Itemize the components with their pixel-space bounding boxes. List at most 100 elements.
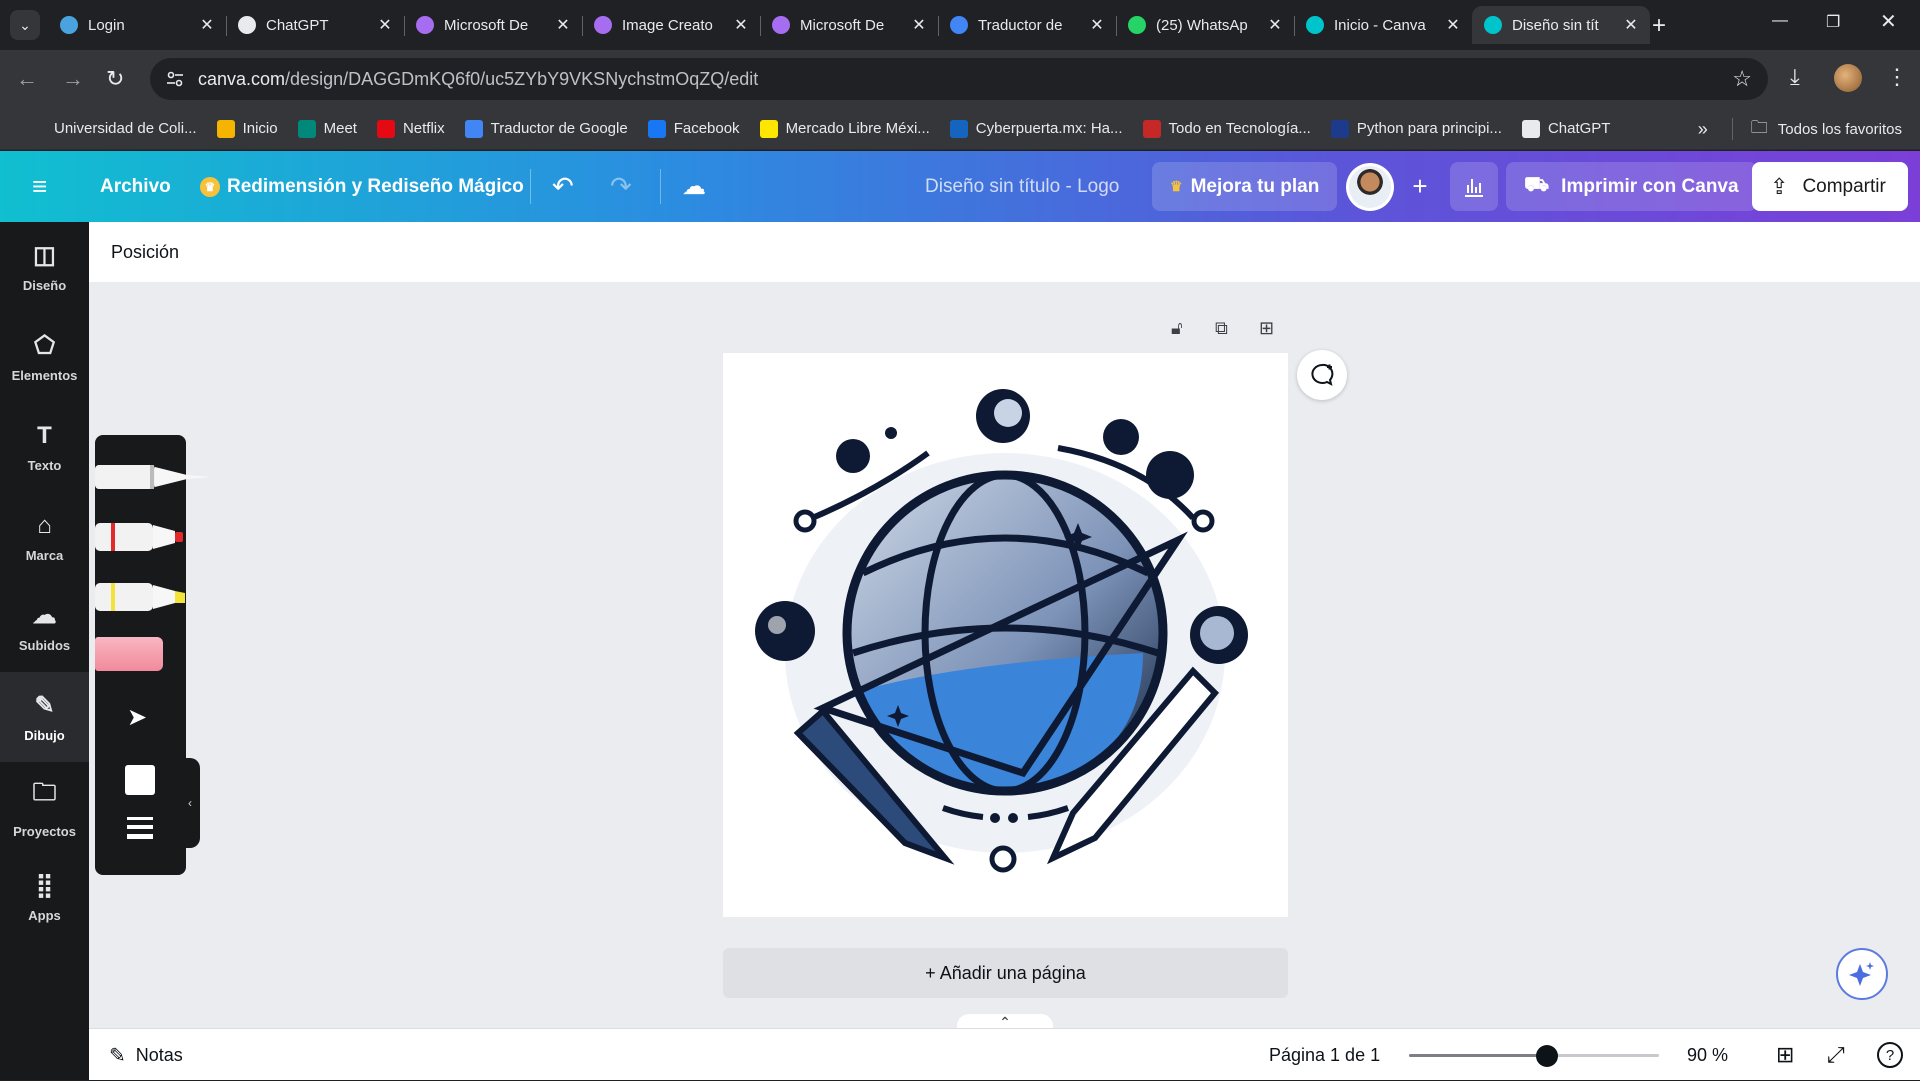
- browser-tab[interactable]: Microsoft De ✕: [404, 6, 582, 44]
- share-button[interactable]: ⇪ Compartir: [1752, 162, 1908, 211]
- minimize-icon[interactable]: —: [1772, 12, 1788, 30]
- canva-icon: [1306, 16, 1324, 34]
- add-comment-icon[interactable]: [1297, 350, 1347, 400]
- rail-item-elementos[interactable]: ⬠ Elementos: [0, 312, 89, 402]
- print-with-canva-button[interactable]: ⛟ Imprimir con Canva: [1506, 162, 1757, 211]
- notes-button[interactable]: ✎ Notas: [109, 1029, 183, 1081]
- pen-tool-white[interactable]: [95, 457, 215, 497]
- rail-item-apps[interactable]: ⣿ Apps: [0, 852, 89, 942]
- close-tab-icon[interactable]: ✕: [1444, 15, 1462, 35]
- tab-title: ChatGPT: [266, 16, 329, 34]
- zoom-slider[interactable]: [1409, 1045, 1659, 1067]
- bookmark-label: Traductor de Google: [490, 120, 628, 137]
- color-swatch[interactable]: [125, 765, 155, 795]
- cloud-saved-icon[interactable]: ☁: [682, 151, 706, 222]
- more-bookmarks-icon[interactable]: »: [1698, 119, 1708, 140]
- hamburger-menu-icon[interactable]: ≡: [32, 151, 47, 222]
- forward-icon[interactable]: →: [62, 66, 84, 92]
- user-avatar[interactable]: [1346, 163, 1394, 211]
- close-window-icon[interactable]: ✕: [1880, 9, 1897, 34]
- lock-icon[interactable]: 🔓︎: [1171, 318, 1183, 339]
- bookmark-item[interactable]: Meet: [297, 119, 357, 138]
- rail-item-diseño[interactable]: ◫ Diseño: [0, 222, 89, 312]
- eraser-tool[interactable]: [95, 637, 163, 671]
- close-tab-icon[interactable]: ✕: [732, 15, 750, 35]
- bookmark-item[interactable]: Python para principi...: [1330, 119, 1502, 138]
- brand-icon: ⌂: [37, 511, 52, 539]
- back-icon[interactable]: ←: [16, 66, 38, 92]
- download-icon[interactable]: ⤓: [1790, 64, 1800, 90]
- canva-header: ≡ Archivo ♛ Redimensión y Rediseño Mágic…: [0, 151, 1920, 222]
- position-button[interactable]: Posición: [111, 242, 179, 263]
- file-menu[interactable]: Archivo: [100, 151, 171, 222]
- browser-tab[interactable]: Traductor de ✕: [938, 6, 1116, 44]
- bookmark-item[interactable]: Traductor de Google: [464, 119, 628, 138]
- zoom-slider-knob[interactable]: [1535, 1045, 1558, 1067]
- site-info-icon[interactable]: [166, 70, 184, 88]
- browser-tab[interactable]: Microsoft De ✕: [760, 6, 938, 44]
- marker-tool-red[interactable]: [95, 517, 190, 557]
- bookmark-item[interactable]: Mercado Libre Méxi...: [759, 119, 930, 138]
- close-tab-icon[interactable]: ✕: [376, 15, 394, 35]
- bookmark-item[interactable]: Todo en Tecnología...: [1142, 119, 1311, 138]
- add-page-button[interactable]: + Añadir una página: [723, 948, 1288, 998]
- zoom-value[interactable]: 90 %: [1687, 1029, 1728, 1081]
- upload-cloud-icon: ☁: [32, 602, 57, 629]
- insights-chart-icon[interactable]: [1450, 162, 1498, 211]
- image-creator-icon: [594, 16, 612, 34]
- new-tab-button[interactable]: +: [1652, 12, 1666, 40]
- bookmark-item[interactable]: Netflix: [376, 119, 445, 138]
- bookmark-item[interactable]: ChatGPT: [1521, 119, 1610, 138]
- design-page[interactable]: [723, 353, 1288, 917]
- browser-tab[interactable]: Image Creato ✕: [582, 6, 760, 44]
- page-counter[interactable]: Página 1 de 1: [1269, 1029, 1380, 1081]
- close-tab-icon[interactable]: ✕: [198, 15, 216, 35]
- collapse-panel-chevron-icon[interactable]: ‹: [180, 758, 200, 848]
- duplicate-page-icon[interactable]: ⧉: [1215, 318, 1228, 339]
- reload-icon[interactable]: ↻: [106, 66, 124, 92]
- restore-icon[interactable]: ❐: [1826, 12, 1840, 32]
- add-collaborator-icon[interactable]: +: [1400, 151, 1440, 222]
- rail-item-texto[interactable]: T Texto: [0, 402, 89, 492]
- select-arrow-icon[interactable]: ➤︎: [127, 703, 147, 732]
- stroke-weight-icon[interactable]: [127, 817, 153, 839]
- profile-avatar[interactable]: [1834, 64, 1862, 92]
- close-tab-icon[interactable]: ✕: [1266, 15, 1284, 35]
- close-tab-icon[interactable]: ✕: [910, 15, 928, 35]
- bookmark-item[interactable]: Universidad de Coli...: [28, 119, 197, 138]
- fullscreen-icon[interactable]: ⤢: [1827, 1042, 1845, 1068]
- bookmark-item[interactable]: Facebook: [647, 119, 740, 138]
- highlighter-tool-yellow[interactable]: [95, 577, 190, 617]
- help-icon[interactable]: ?: [1877, 1042, 1903, 1068]
- globe-logo-image[interactable]: [723, 353, 1288, 917]
- browser-tab[interactable]: (25) WhatsAp ✕: [1116, 6, 1294, 44]
- rail-item-subidos[interactable]: ☁ Subidos: [0, 582, 89, 672]
- all-bookmarks-link[interactable]: Todos los favoritos: [1778, 121, 1902, 138]
- add-page-icon[interactable]: ⊞: [1259, 318, 1274, 339]
- apps-grid-icon: ⣿: [35, 872, 54, 899]
- rail-item-dibujo[interactable]: ✎ Dibujo: [0, 672, 89, 762]
- upgrade-plan-button[interactable]: ♛ Mejora tu plan: [1152, 162, 1338, 211]
- browser-tab[interactable]: Diseño sin tít ✕: [1472, 6, 1650, 44]
- close-tab-icon[interactable]: ✕: [554, 15, 572, 35]
- rail-item-marca[interactable]: ⌂ Marca: [0, 492, 89, 582]
- design-title[interactable]: Diseño sin título - Logo: [925, 151, 1119, 222]
- browser-menu-icon[interactable]: ⋮: [1886, 64, 1908, 90]
- rail-item-proyectos[interactable]: 🗀 Proyectos: [0, 762, 89, 852]
- canva-assistant-sparkle-icon[interactable]: [1836, 948, 1888, 1000]
- bookmark-item[interactable]: Inicio: [216, 119, 278, 138]
- browser-tab[interactable]: Login ✕: [48, 6, 226, 44]
- close-tab-icon[interactable]: ✕: [1622, 15, 1640, 35]
- bookmark-item[interactable]: Cyberpuerta.mx: Ha...: [949, 119, 1123, 138]
- bookmark-star-icon[interactable]: ☆: [1732, 66, 1752, 92]
- undo-icon[interactable]: ↶: [552, 151, 574, 222]
- address-bar[interactable]: canva.com/design/DAGGDmKQ6f0/uc5ZYbY9VKS…: [150, 58, 1768, 100]
- redo-icon[interactable]: ↷: [610, 151, 632, 222]
- magic-resize-button[interactable]: ♛ Redimensión y Rediseño Mágico: [200, 151, 524, 222]
- browser-tab[interactable]: Inicio - Canva ✕: [1294, 6, 1472, 44]
- grid-view-icon[interactable]: ⊞: [1776, 1042, 1794, 1068]
- browser-tab[interactable]: ChatGPT ✕: [226, 6, 404, 44]
- tab-title: Diseño sin tít: [1512, 16, 1599, 34]
- tab-search-button[interactable]: ⌄: [10, 10, 40, 40]
- close-tab-icon[interactable]: ✕: [1088, 15, 1106, 35]
